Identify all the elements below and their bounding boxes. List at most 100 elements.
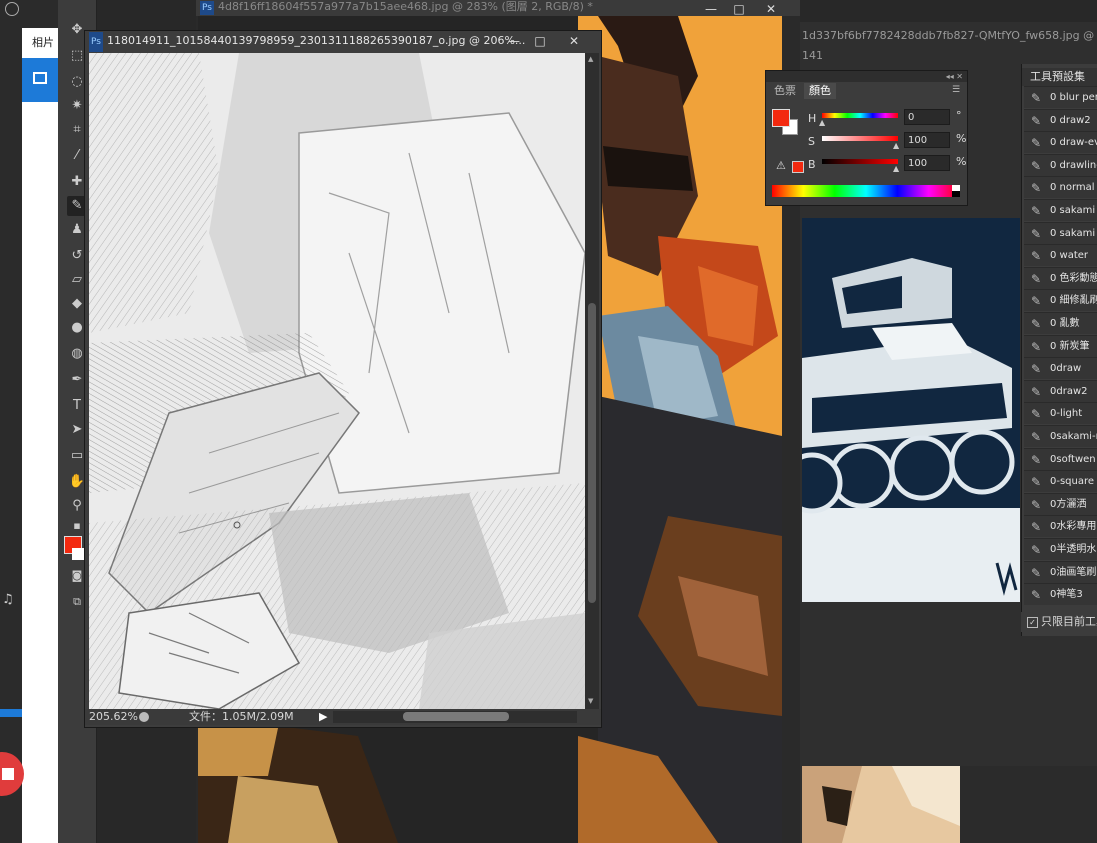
preset-item[interactable]: ✎ 0 色彩動態	[1024, 266, 1097, 289]
collapse-icon[interactable]: ◂◂	[946, 72, 954, 81]
hue-unit: °	[956, 109, 962, 122]
brush-preset-icon: ✎	[1030, 181, 1042, 196]
document-title-tank[interactable]: 1d337bf6bf7782428ddb7fb827-QMtfYO_fw658.…	[802, 26, 1097, 62]
status-menu-arrow-icon[interactable]: ▶	[319, 709, 327, 725]
brush-preset-icon: ✎	[1030, 384, 1042, 399]
preset-item[interactable]: ✎ 0sakami-r	[1024, 425, 1097, 447]
preset-item[interactable]: ✎ 0 細修亂刷	[1024, 289, 1097, 312]
preset-label: 0 normal	[1050, 182, 1095, 194]
preset-item[interactable]: ✎ 0神笔3	[1024, 583, 1097, 606]
saturation-input[interactable]: 100	[904, 132, 950, 148]
preset-item[interactable]: ✎ 0 normal	[1024, 176, 1097, 199]
brightness-slider[interactable]	[822, 159, 898, 164]
panel-header[interactable]: ◂◂ ✕	[766, 71, 967, 82]
brush-preset-icon: ✎	[1030, 294, 1042, 309]
preset-label: 0 drawline	[1050, 159, 1097, 171]
brush-preset-icon: ✎	[1030, 543, 1042, 557]
document-size: 文件：1.05M/2.09M	[189, 710, 294, 723]
gamut-warning-icon[interactable]: ⚠	[776, 159, 786, 172]
brightness-slider-handle[interactable]: ▲	[893, 164, 899, 173]
preset-label: 0draw	[1050, 363, 1082, 375]
preset-item[interactable]: ✎ 0-light	[1024, 402, 1097, 425]
tool-presets-title[interactable]: 工具預設集	[1022, 68, 1097, 86]
vertical-scroll-thumb[interactable]	[588, 303, 596, 603]
preset-item[interactable]: ✎ 0油画笔刷	[1024, 560, 1097, 583]
sketch-title-bar[interactable]: Ps 118014911_10158440139798959_2301311188…	[85, 31, 601, 52]
bell-icon[interactable]: ♫	[2, 592, 14, 607]
hue-slider[interactable]	[822, 113, 898, 118]
sketch-canvas[interactable]	[89, 53, 585, 709]
checkbox-checked-icon[interactable]: ✓	[1027, 617, 1038, 628]
stop-icon	[2, 768, 14, 780]
preset-label: 0半透明水	[1050, 544, 1097, 555]
panel-menu-icon[interactable]: ☰	[952, 85, 960, 95]
preset-item[interactable]: ✎ 0 draw-ev	[1024, 131, 1097, 154]
tab-color[interactable]: 顏色	[804, 83, 836, 99]
brush-preset-icon: ✎	[1030, 271, 1042, 286]
scroll-up-icon[interactable]: ▲	[588, 55, 593, 63]
brush-preset-icon: ✎	[1030, 226, 1042, 241]
brightness-input[interactable]: 100	[904, 155, 950, 171]
maximize-button[interactable]: □	[527, 32, 553, 50]
panel-close-icon[interactable]: ✕	[956, 72, 963, 81]
preset-label: 0-square	[1050, 476, 1095, 488]
minimize-button[interactable]: —	[501, 32, 527, 50]
preset-item[interactable]: ✎ 0draw2	[1024, 379, 1097, 402]
brightness-unit: %	[956, 155, 967, 168]
preset-label: 0draw2	[1050, 385, 1088, 397]
brush-preset-icon: ✎	[1030, 452, 1042, 467]
gamut-swatch[interactable]	[792, 161, 804, 173]
current-tool-only-checkbox[interactable]: ✓只限目前工具	[1021, 612, 1097, 632]
preset-label: 0 blur pen	[1050, 92, 1097, 103]
preset-item[interactable]: ✎ 0 drawline	[1024, 153, 1097, 176]
preset-label: 0 亂數	[1050, 318, 1080, 329]
preset-item[interactable]: ✎ 0-square	[1024, 470, 1097, 493]
preset-item[interactable]: ✎ 0 sakami	[1024, 199, 1097, 221]
vertical-scrollbar[interactable]: ▲ ▼	[585, 53, 599, 709]
hue-slider-handle[interactable]: ▲	[819, 118, 825, 127]
preset-item[interactable]: ✎ 0softwen	[1024, 447, 1097, 470]
preset-label: 0方灑洒	[1050, 498, 1087, 510]
photos-image-tile[interactable]	[22, 58, 58, 102]
background-color-swatch[interactable]	[72, 548, 84, 560]
preset-item[interactable]: ✎ 0半透明水	[1024, 538, 1097, 560]
document-title-bar[interactable]: Ps 4d8f16ff18604f557a977a7b15aee468.jpg @…	[196, 0, 800, 16]
document-window-third	[802, 766, 1097, 843]
zoom-level[interactable]: 205.62%	[89, 709, 138, 725]
brush-preset-icon: ✎	[1030, 430, 1042, 444]
preset-item[interactable]: ✎ 0draw	[1024, 357, 1097, 380]
preset-item[interactable]: ✎ 0水彩專用	[1024, 515, 1097, 538]
tank-canvas[interactable]	[802, 218, 1020, 602]
preset-item[interactable]: ✎ 0 water	[1024, 244, 1097, 267]
status-info-icon[interactable]	[139, 712, 149, 722]
color-panel: ◂◂ ✕ 色票 顏色 ☰ ⚠ H ▲ 0 ° S ▲ 100 % B ▲ 100…	[765, 70, 968, 206]
preset-item[interactable]: ✎ 0 draw2	[1024, 108, 1097, 131]
tab-swatches[interactable]: 色票	[769, 83, 801, 99]
preset-item[interactable]: ✎ 0方灑洒	[1024, 492, 1097, 515]
brush-preset-icon: ✎	[1030, 362, 1042, 377]
brush-preset-icon: ✎	[1030, 520, 1042, 535]
preset-item[interactable]: ✎ 0 sakami	[1024, 221, 1097, 244]
horizontal-scroll-thumb[interactable]	[403, 712, 509, 721]
close-button[interactable]: ✕	[561, 32, 587, 50]
saturation-slider[interactable]	[822, 136, 898, 141]
b-label: B	[808, 158, 816, 171]
preset-item[interactable]: ✎ 0 新炭筆	[1024, 334, 1097, 357]
third-image	[802, 766, 960, 843]
brush-preset-icon: ✎	[1030, 588, 1042, 603]
preset-item[interactable]: ✎ 0 blur pen	[1024, 86, 1097, 108]
horizontal-scrollbar[interactable]	[333, 711, 577, 723]
settings-icon[interactable]	[5, 2, 19, 16]
saturation-slider-handle[interactable]: ▲	[893, 141, 899, 150]
scroll-down-icon[interactable]: ▼	[588, 697, 593, 705]
color-spectrum-ramp[interactable]	[772, 185, 960, 197]
tank-image	[802, 218, 1020, 602]
preset-item[interactable]: ✎ 0 亂數	[1024, 312, 1097, 334]
hue-input[interactable]: 0	[904, 109, 950, 125]
panel-foreground-swatch[interactable]	[772, 109, 790, 127]
preset-label: 0 色彩動態	[1050, 272, 1097, 284]
photos-tab[interactable]: 相片	[22, 30, 58, 56]
photos-app-window: 相片 ♫	[0, 0, 58, 843]
preset-label: 0 sakami	[1050, 227, 1096, 239]
ramp-black-swatch[interactable]	[952, 191, 960, 197]
